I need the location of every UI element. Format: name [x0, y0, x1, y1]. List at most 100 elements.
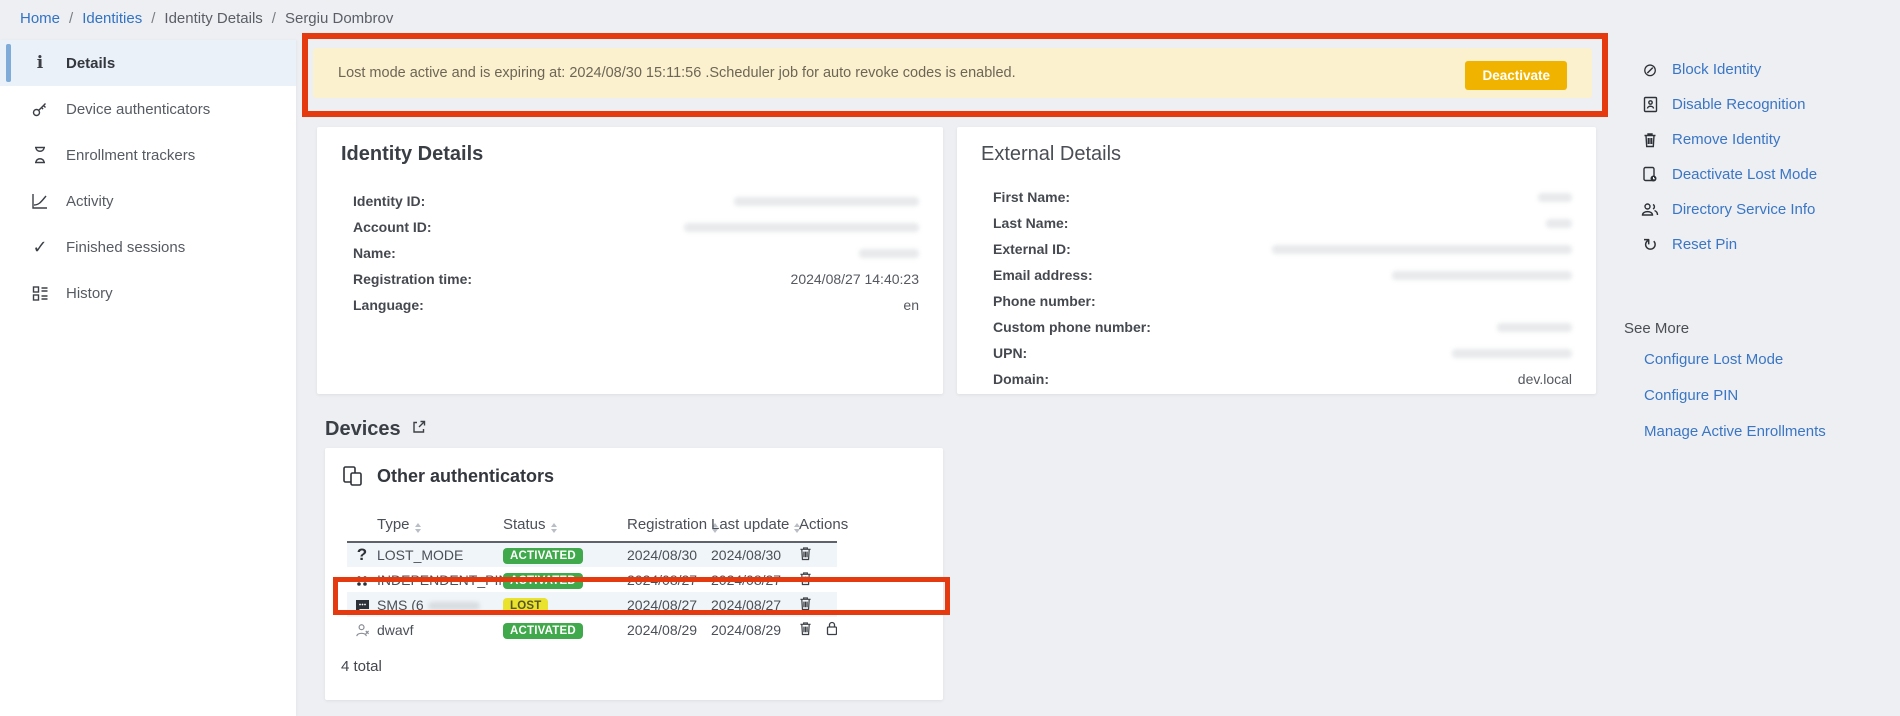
field-registration-time: Registration time: 2024/08/27 14:40:23	[341, 266, 919, 292]
lost-mode-banner-message: Lost mode active and is expiring at: 202…	[338, 65, 1016, 81]
deactivate-lost-mode-link[interactable]: Deactivate Lost Mode	[1640, 157, 1890, 192]
redacted-value	[684, 223, 919, 232]
key-icon	[30, 99, 50, 119]
sidebar-item-label: Device authenticators	[66, 101, 210, 118]
check-icon: ✓	[30, 237, 50, 257]
total-count: 4 total	[341, 658, 929, 675]
sidebar-item-finished-sessions[interactable]: ✓ Finished sessions	[0, 224, 296, 270]
delete-icon[interactable]	[799, 621, 812, 636]
activity-chart-icon	[30, 191, 50, 211]
last-update-cell: 2024/08/27	[711, 592, 799, 617]
column-header-registration[interactable]: Registration	[627, 510, 711, 542]
breadcrumb-identity-name: Sergiu Dombrov	[285, 10, 393, 27]
people-icon	[1640, 202, 1660, 217]
breadcrumb-home-link[interactable]: Home	[20, 10, 60, 27]
sidebar-item-label: Activity	[66, 193, 114, 210]
identity-details-card: Identity Details Identity ID: Account ID…	[317, 127, 943, 394]
type-cell: dwavf	[377, 617, 503, 642]
sidebar-item-history[interactable]: History	[0, 270, 296, 316]
field-name: Name:	[341, 240, 919, 266]
last-update-cell: 2024/08/30	[711, 542, 799, 567]
field-language: Language: en	[341, 292, 919, 318]
sidebar-item-enrollment-trackers[interactable]: Enrollment trackers	[0, 132, 296, 178]
block-identity-link[interactable]: ⊘ Block Identity	[1640, 52, 1890, 87]
see-more-section: See More Configure Lost Mode Configure P…	[1624, 320, 1890, 459]
remove-identity-link[interactable]: Remove Identity	[1640, 122, 1890, 157]
reset-pin-link[interactable]: ↻ Reset Pin	[1640, 227, 1890, 262]
see-more-title: See More	[1624, 320, 1890, 337]
field-domain: Domain: dev.local	[981, 366, 1572, 392]
multi-device-icon	[341, 464, 365, 488]
redacted-value	[1272, 245, 1572, 254]
lost-mode-banner: Lost mode active and is expiring at: 202…	[313, 48, 1592, 98]
delete-icon[interactable]	[799, 546, 812, 561]
type-cell: INDEPENDENT_PIN	[377, 567, 503, 592]
type-cell: SMS (6	[377, 597, 424, 613]
sidebar-item-label: Enrollment trackers	[66, 147, 195, 164]
device-clock-icon	[1640, 166, 1660, 183]
registration-cell: 2024/08/27	[627, 592, 711, 617]
id-card-icon	[1640, 96, 1660, 113]
breadcrumb-identities-link[interactable]: Identities	[82, 10, 142, 27]
sms-bubble-icon	[355, 596, 370, 612]
sidebar-item-device-authenticators[interactable]: Device authenticators	[0, 86, 296, 132]
delete-icon[interactable]	[799, 571, 812, 586]
field-phone-number: Phone number:	[981, 288, 1572, 314]
lock-icon[interactable]	[826, 621, 837, 636]
status-badge: LOST	[503, 598, 548, 614]
registration-cell: 2024/08/27	[627, 567, 711, 592]
external-link-icon[interactable]	[411, 418, 427, 441]
external-details-title: External Details	[981, 143, 1572, 166]
redacted-value	[734, 197, 919, 206]
column-header-type[interactable]: Type	[377, 510, 503, 542]
field-first-name: First Name:	[981, 184, 1572, 210]
delete-icon[interactable]	[799, 596, 812, 611]
field-identity-id: Identity ID:	[341, 188, 919, 214]
sidebar-item-activity[interactable]: Activity	[0, 178, 296, 224]
breadcrumb-identity-details: Identity Details	[164, 10, 262, 27]
table-row-independent-pin: INDEPENDENT_PIN ACTIVATED 2024/08/27 202…	[347, 567, 837, 592]
column-header-status[interactable]: Status	[503, 510, 627, 542]
directory-service-info-link[interactable]: Directory Service Info	[1640, 192, 1890, 227]
redacted-value	[1497, 323, 1572, 332]
field-external-id: External ID:	[981, 236, 1572, 262]
field-upn: UPN:	[981, 340, 1572, 366]
registration-cell: 2024/08/29	[627, 617, 711, 642]
sort-icon[interactable]	[415, 523, 421, 533]
table-row-dwavf: dwavf ACTIVATED 2024/08/29 2024/08/29	[347, 617, 837, 642]
breadcrumb-separator: /	[151, 10, 155, 27]
manage-active-enrollments-link[interactable]: Manage Active Enrollments	[1644, 423, 1890, 440]
registration-cell: 2024/08/30	[627, 542, 711, 567]
authenticators-table: Type Status Registration Last update Act…	[347, 510, 837, 642]
table-row-lost-mode: ? LOST_MODE ACTIVATED 2024/08/30 2024/08…	[347, 542, 837, 567]
field-custom-phone-number: Custom phone number:	[981, 314, 1572, 340]
other-authenticators-card: Other authenticators Type Status Registr…	[325, 448, 943, 700]
configure-pin-link[interactable]: Configure PIN	[1644, 387, 1890, 404]
history-list-icon	[30, 283, 50, 303]
table-header-row: Type Status Registration Last update Act…	[347, 510, 837, 542]
redacted-value	[1392, 271, 1572, 280]
column-header-last-update[interactable]: Last update	[711, 510, 799, 542]
redacted-value	[1546, 219, 1572, 228]
identity-details-title: Identity Details	[341, 143, 919, 166]
status-badge: ACTIVATED	[503, 573, 583, 589]
last-update-cell: 2024/08/29	[711, 617, 799, 642]
configure-lost-mode-link[interactable]: Configure Lost Mode	[1644, 351, 1890, 368]
breadcrumb-separator: /	[69, 10, 73, 27]
disable-recognition-link[interactable]: Disable Recognition	[1640, 87, 1890, 122]
language-value: en	[903, 297, 919, 313]
block-circle-icon: ⊘	[1640, 61, 1660, 79]
sort-icon[interactable]	[551, 523, 557, 533]
sidebar-item-label: History	[66, 285, 113, 302]
pin-dots-icon	[356, 572, 368, 588]
sidebar-item-label: Finished sessions	[66, 239, 185, 256]
column-header-actions: Actions	[799, 510, 837, 542]
domain-value: dev.local	[1518, 371, 1572, 387]
registration-time-value: 2024/08/27 14:40:23	[791, 271, 919, 287]
breadcrumb-separator: /	[272, 10, 276, 27]
last-update-cell: 2024/08/27	[711, 567, 799, 592]
hourglass-icon	[30, 145, 50, 165]
deactivate-button[interactable]: Deactivate	[1465, 61, 1567, 90]
sidebar-item-details[interactable]: i Details	[0, 40, 296, 86]
status-badge: ACTIVATED	[503, 623, 583, 639]
